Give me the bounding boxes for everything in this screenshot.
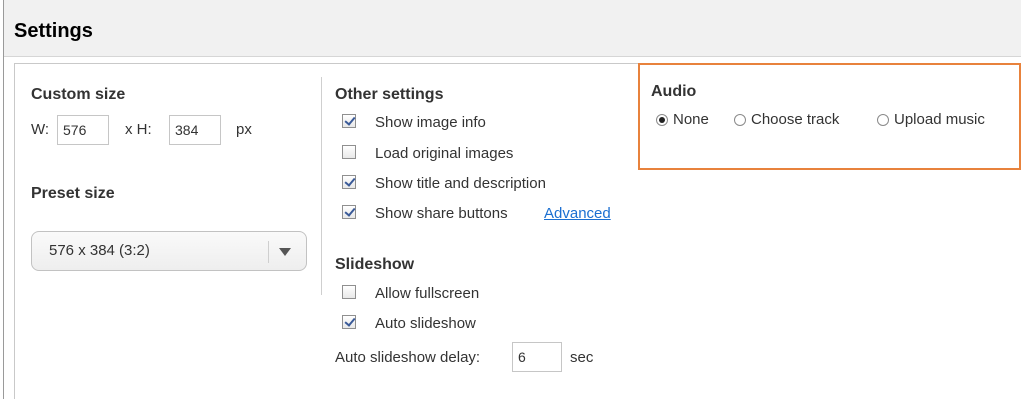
preset-size-heading: Preset size [31,185,115,202]
audio-none-radio[interactable] [656,114,668,126]
page-title: Settings [14,20,93,42]
auto-slideshow-checkbox[interactable] [342,315,356,329]
audio-heading: Audio [651,83,697,100]
allow-fullscreen-checkbox[interactable] [342,285,356,299]
settings-header: Settings [4,0,1021,57]
show-image-info-checkbox[interactable] [342,114,356,128]
audio-upload-music-radio[interactable] [877,114,889,126]
load-original-images-label: Load original images [375,145,514,162]
width-label: W: [31,121,50,138]
load-original-images-checkbox[interactable] [342,145,356,159]
custom-size-heading: Custom size [31,86,126,103]
select-divider [268,241,269,263]
slideshow-delay-label: Auto slideshow delay: [335,349,481,366]
slideshow-delay-unit: sec [570,349,594,366]
preset-size-select[interactable]: 576 x 384 (3:2) [31,231,307,271]
allow-fullscreen-label: Allow fullscreen [375,285,480,302]
audio-none-label: None [673,111,709,128]
width-input[interactable] [57,115,109,145]
auto-slideshow-label: Auto slideshow [375,315,476,332]
other-settings-heading: Other settings [335,86,444,103]
show-share-buttons-checkbox[interactable] [342,205,356,219]
slideshow-delay-input[interactable] [512,342,562,372]
show-title-description-label: Show title and description [375,175,546,192]
size-unit-label: px [236,121,252,138]
show-image-info-label: Show image info [375,114,486,131]
height-label: x H: [125,121,152,138]
column-divider [321,77,322,295]
chevron-down-icon [279,248,291,256]
preset-size-value: 576 x 384 (3:2) [49,242,150,259]
height-input[interactable] [169,115,221,145]
audio-upload-music-label: Upload music [894,111,985,128]
audio-choose-track-label: Choose track [751,111,840,128]
audio-choose-track-radio[interactable] [734,114,746,126]
advanced-link[interactable]: Advanced [544,205,611,222]
slideshow-heading: Slideshow [335,256,415,273]
window-left-border [3,0,4,399]
show-title-description-checkbox[interactable] [342,175,356,189]
show-share-buttons-label: Show share buttons [375,205,508,222]
